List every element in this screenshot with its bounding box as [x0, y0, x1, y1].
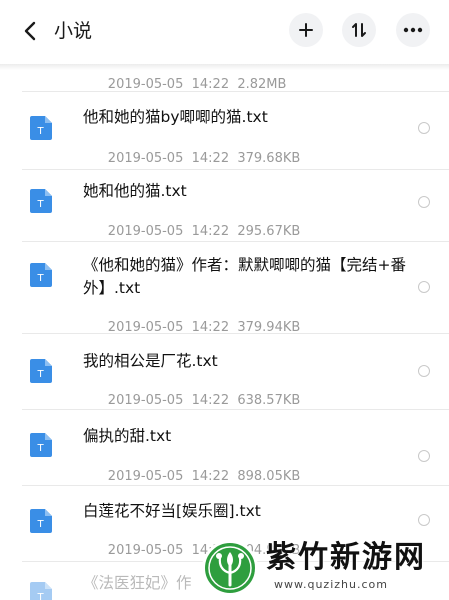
- select-radio[interactable]: [418, 196, 430, 208]
- file-date: 2019-05-05: [107, 469, 184, 484]
- svg-text:T: T: [36, 369, 44, 380]
- top-bar-shadow: [0, 64, 449, 70]
- sort-icon: [352, 23, 366, 37]
- txt-file-icon: T: [30, 116, 52, 140]
- svg-text:T: T: [36, 199, 44, 210]
- file-name: 他和她的猫by唧唧的猫.txt: [83, 108, 268, 126]
- list-item[interactable]: T 她和他的猫.txt 2019-05-05 14:22 295.67KB: [0, 170, 449, 242]
- tree-logo-icon: [202, 540, 258, 596]
- file-time: 14:22: [191, 224, 230, 239]
- txt-file-icon: T: [30, 433, 52, 457]
- file-size: 379.68KB: [237, 151, 301, 166]
- svg-text:T: T: [36, 443, 44, 454]
- select-radio[interactable]: [418, 450, 430, 462]
- svg-text:T: T: [36, 592, 44, 600]
- watermark-title: 紫竹新游网: [266, 540, 426, 575]
- file-name: 我的相公是厂花.txt: [83, 352, 218, 370]
- file-size: 638.57KB: [237, 393, 301, 408]
- file-name: 偏执的甜.txt: [83, 427, 172, 445]
- more-dots-icon: [403, 27, 423, 33]
- txt-file-icon: T: [30, 582, 52, 600]
- file-date: 2019-05-05: [107, 77, 184, 92]
- list-item[interactable]: T 《他和她的猫》作者：默默唧唧的猫【完结+番外】.txt 2019-05-05…: [0, 242, 449, 335]
- sort-button[interactable]: [342, 13, 376, 47]
- file-time: 14:22: [191, 151, 230, 166]
- select-radio[interactable]: [418, 365, 430, 377]
- select-radio[interactable]: [418, 122, 430, 134]
- file-size: 2.82MB: [237, 77, 287, 92]
- watermark-url: www.quzizhu.com: [274, 578, 388, 591]
- file-name: 《他和她的猫》作者：默默唧唧的猫【完结+番外】.txt: [83, 256, 406, 297]
- top-bar: 小说: [0, 0, 449, 64]
- svg-text:T: T: [36, 126, 44, 137]
- file-date: 2019-05-05: [107, 543, 184, 558]
- file-size: 898.05KB: [237, 469, 301, 484]
- list-item[interactable]: T 他和她的猫by唧唧的猫.txt 2019-05-05 14:22 379.6…: [0, 92, 449, 170]
- svg-text:T: T: [36, 519, 44, 530]
- more-button[interactable]: [396, 13, 430, 47]
- file-date: 2019-05-05: [107, 151, 184, 166]
- chevron-left-icon[interactable]: [18, 18, 44, 44]
- file-list: 2019-05-05 14:22 2.82MB T 他和她的猫by唧唧的猫.tx…: [0, 0, 449, 600]
- file-time: 14:22: [191, 469, 230, 484]
- plus-icon: [299, 23, 313, 37]
- file-name: 她和他的猫.txt: [83, 182, 187, 200]
- watermark: 紫竹新游网 www.quzizhu.com: [200, 538, 449, 600]
- svg-text:T: T: [36, 273, 44, 284]
- txt-file-icon: T: [30, 359, 52, 383]
- file-name: 白莲花不好当[娱乐圈].txt: [83, 502, 261, 520]
- txt-file-icon: T: [30, 509, 52, 533]
- file-time: 14:22: [191, 393, 230, 408]
- add-button[interactable]: [289, 13, 323, 47]
- txt-file-icon: T: [30, 189, 52, 213]
- select-radio[interactable]: [418, 281, 430, 293]
- txt-file-icon: T: [30, 263, 52, 287]
- file-date: 2019-05-05: [107, 393, 184, 408]
- select-radio[interactable]: [418, 514, 430, 526]
- file-time: 14:22: [191, 77, 230, 92]
- page-title: 小说: [54, 20, 93, 42]
- list-item[interactable]: T 我的相公是厂花.txt 2019-05-05 14:22 638.57KB: [0, 334, 449, 410]
- file-size: 295.67KB: [237, 224, 301, 239]
- list-item[interactable]: T 偏执的甜.txt 2019-05-05 14:22 898.05KB: [0, 410, 449, 486]
- file-date: 2019-05-05: [107, 224, 184, 239]
